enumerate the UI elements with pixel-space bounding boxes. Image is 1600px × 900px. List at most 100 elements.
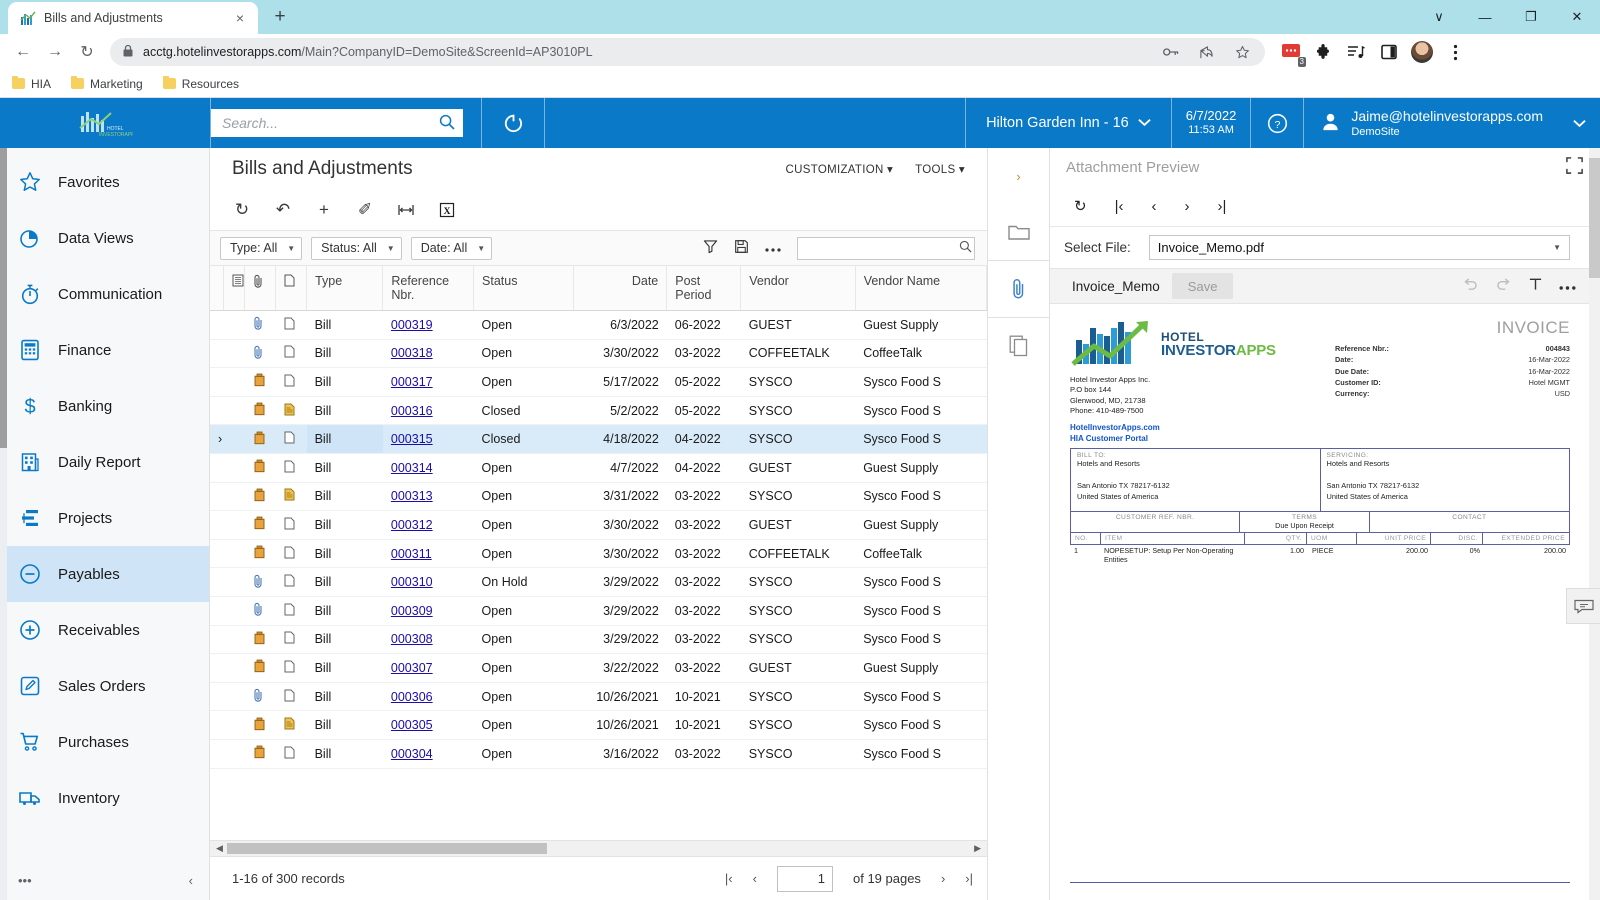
sidebar-item-finance[interactable]: Finance — [0, 322, 209, 378]
table-row[interactable]: ›Bill000315Closed4/18/202204-2022SYSCOSy… — [210, 425, 987, 454]
undo-icon[interactable]: ↶ — [273, 200, 293, 220]
sidebar-item-favorites[interactable]: Favorites — [0, 154, 209, 210]
copy-icon[interactable] — [988, 318, 1050, 374]
user-menu-chevron-down-icon[interactable] — [1555, 98, 1600, 148]
row-attachment-icon[interactable] — [245, 539, 276, 568]
table-row[interactable]: Bill000307Open3/22/202203-2022GUESTGuest… — [210, 654, 987, 683]
scrollbar-thumb[interactable] — [227, 843, 547, 854]
reference-link[interactable]: 000306 — [391, 690, 433, 704]
row-expander[interactable] — [210, 511, 223, 540]
table-row[interactable]: Bill000306Open10/26/202110-2021SYSCOSysc… — [210, 682, 987, 711]
row-attachment-icon[interactable] — [245, 368, 276, 397]
prev-attachment-button[interactable]: ‹ — [1151, 198, 1156, 215]
reference-link[interactable]: 000307 — [391, 661, 433, 675]
first-attachment-button[interactable]: |‹ — [1115, 198, 1124, 215]
table-row[interactable]: Bill000319Open6/3/202206-2022GUESTGuest … — [210, 311, 987, 340]
reference-link[interactable]: 000312 — [391, 518, 433, 532]
table-row[interactable]: Bill000309Open3/29/202203-2022SYSCOSysco… — [210, 596, 987, 625]
page-number-input[interactable]: 1 — [777, 866, 833, 892]
row-attachment-icon[interactable] — [245, 568, 276, 597]
row-select-cell[interactable] — [223, 596, 244, 625]
global-search[interactable] — [211, 109, 463, 137]
grid-horizontal-scrollbar[interactable]: ◀ ▶ — [210, 840, 987, 856]
row-note-icon[interactable] — [276, 711, 307, 740]
row-expander[interactable] — [210, 368, 223, 397]
row-select-cell[interactable] — [223, 654, 244, 683]
app-logo[interactable]: HOTEL INVESTORAPPS — [0, 98, 210, 148]
col-vendor[interactable]: Vendor — [741, 266, 856, 311]
row-note-icon[interactable] — [276, 425, 307, 454]
search-input[interactable] — [222, 115, 439, 131]
invoice-link-portal[interactable]: HIA Customer Portal — [1070, 433, 1310, 444]
row-expander[interactable] — [210, 682, 223, 711]
fit-columns-icon[interactable] — [396, 200, 416, 220]
scrollbar-track[interactable] — [227, 843, 970, 854]
next-page-button[interactable]: › — [941, 871, 945, 886]
row-expander[interactable] — [210, 339, 223, 368]
search-icon[interactable] — [959, 240, 972, 256]
table-row[interactable]: Bill000314Open4/7/202204-2022GUESTGuest … — [210, 453, 987, 482]
cell-reference-nbr[interactable]: 000318 — [383, 339, 474, 368]
save-icon[interactable] — [734, 239, 749, 257]
row-note-icon[interactable] — [276, 396, 307, 425]
help-button[interactable]: ? — [1251, 98, 1303, 148]
row-note-icon[interactable] — [276, 625, 307, 654]
table-row[interactable]: Bill000317Open5/17/202205-2022SYSCOSysco… — [210, 368, 987, 397]
scroll-left-icon[interactable]: ◀ — [216, 843, 223, 854]
cell-reference-nbr[interactable]: 000315 — [383, 425, 474, 454]
cell-reference-nbr[interactable]: 000306 — [383, 682, 474, 711]
password-key-icon[interactable] — [1159, 41, 1181, 63]
col-type[interactable]: Type — [307, 266, 383, 311]
row-select-cell[interactable] — [223, 396, 244, 425]
row-expander[interactable] — [210, 568, 223, 597]
row-attachment-icon[interactable] — [245, 511, 276, 540]
col-vendor-name[interactable]: Vendor Name — [855, 266, 986, 311]
sidebar-item-banking[interactable]: $ Banking — [0, 378, 209, 434]
cell-reference-nbr[interactable]: 000310 — [383, 568, 474, 597]
row-note-icon[interactable] — [276, 511, 307, 540]
reference-link[interactable]: 000304 — [391, 747, 433, 761]
sidebar-item-purchases[interactable]: Purchases — [0, 714, 209, 770]
row-expander[interactable] — [210, 625, 223, 654]
row-expander[interactable] — [210, 453, 223, 482]
row-attachment-icon[interactable] — [245, 453, 276, 482]
row-attachment-icon[interactable] — [245, 311, 276, 340]
extensions-puzzle-icon[interactable] — [1312, 41, 1334, 63]
tab-search-button[interactable]: ∨ — [1416, 0, 1462, 34]
profile-avatar[interactable] — [1411, 41, 1433, 63]
cell-reference-nbr[interactable]: 000308 — [383, 625, 474, 654]
file-select-dropdown[interactable]: Invoice_Memo.pdf ▼ — [1149, 235, 1570, 260]
prev-page-button[interactable]: ‹ — [753, 871, 757, 886]
last-page-button[interactable]: ›| — [965, 871, 973, 886]
row-attachment-icon[interactable] — [245, 482, 276, 511]
filter-status[interactable]: Status: All▼ — [311, 237, 402, 260]
cell-reference-nbr[interactable]: 000307 — [383, 654, 474, 683]
row-note-icon[interactable] — [276, 739, 307, 768]
row-attachment-icon[interactable] — [245, 396, 276, 425]
sidebar-item-inventory[interactable]: Inventory — [0, 770, 209, 826]
row-attachment-icon[interactable] — [245, 682, 276, 711]
row-note-icon[interactable] — [276, 482, 307, 511]
sidebar-scrollbar[interactable] — [0, 148, 7, 900]
row-select-cell[interactable] — [223, 739, 244, 768]
redo-icon[interactable] — [1495, 278, 1512, 294]
row-select-cell[interactable] — [223, 339, 244, 368]
row-expander[interactable] — [210, 654, 223, 683]
row-attachment-icon[interactable] — [245, 425, 276, 454]
table-row[interactable]: Bill000308Open3/29/202203-2022SYSCOSysco… — [210, 625, 987, 654]
row-note-icon[interactable] — [276, 654, 307, 683]
reload-button[interactable]: ↻ — [72, 37, 102, 67]
row-attachment-icon[interactable] — [245, 625, 276, 654]
cell-reference-nbr[interactable]: 000312 — [383, 511, 474, 540]
search-icon[interactable] — [439, 114, 455, 133]
reference-link[interactable]: 000316 — [391, 404, 433, 418]
cell-reference-nbr[interactable]: 000317 — [383, 368, 474, 397]
edit-pencil-icon[interactable]: ✐ — [355, 200, 375, 220]
table-row[interactable]: Bill000310On Hold3/29/202203-2022SYSCOSy… — [210, 568, 987, 597]
first-page-button[interactable]: |‹ — [725, 871, 733, 886]
document-scrollbar[interactable] — [1589, 148, 1600, 900]
row-select-cell[interactable] — [223, 425, 244, 454]
tools-menu[interactable]: TOOLS ▾ — [915, 162, 965, 176]
grid-search-input[interactable] — [804, 241, 959, 255]
bookmark-marketing[interactable]: Marketing — [71, 77, 143, 91]
